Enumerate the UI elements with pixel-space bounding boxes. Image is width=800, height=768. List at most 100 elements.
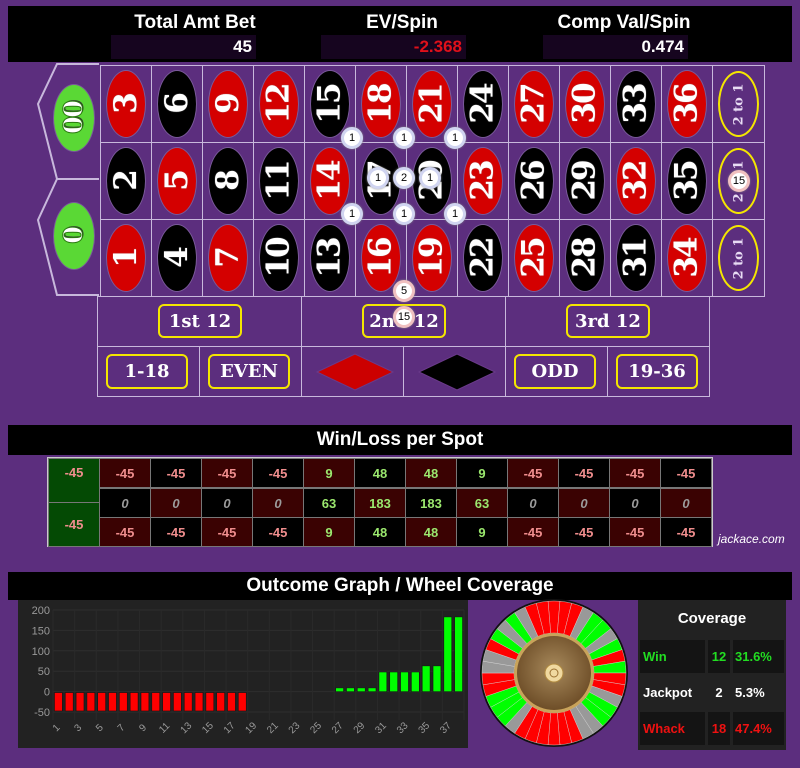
number-cell-35[interactable]: 35	[661, 142, 713, 220]
comp-label: Comp Val/Spin	[557, 12, 691, 33]
number-cell-30[interactable]: 30	[559, 65, 611, 143]
outcome-chart: 200 150 100 50 0 -50 1 3 5 7 9 11 13 15 17 19 21 23 25 27 29…	[18, 600, 468, 748]
y-tick-label: 100	[32, 646, 50, 658]
bar-14	[194, 692, 204, 712]
number-cell-27[interactable]: 27	[508, 65, 560, 143]
outside-bet-odd[interactable]: ODD	[505, 346, 608, 397]
winloss-cell: 63	[303, 488, 355, 518]
number-oval: 8	[208, 147, 248, 215]
winloss-cell: 9	[303, 458, 355, 488]
winloss-cell: -45	[507, 458, 559, 488]
winloss-zero-cell: -45	[48, 458, 100, 503]
bet-chip[interactable]: 15	[728, 170, 750, 192]
number-cell-6[interactable]: 6	[151, 65, 203, 143]
number-cell-4[interactable]: 4	[151, 219, 203, 297]
number-cell-24[interactable]: 24	[457, 65, 509, 143]
number-oval: 23	[463, 147, 503, 215]
bet-chip[interactable]: 1	[341, 127, 363, 149]
winloss-cell: 9	[456, 458, 508, 488]
winloss-cell: 0	[507, 488, 559, 518]
bet-chip[interactable]: 1	[367, 167, 389, 189]
number-cell-32[interactable]: 32	[610, 142, 662, 220]
bar-36	[432, 665, 442, 692]
ev-label: EV/Spin	[366, 12, 438, 33]
number-cell-31[interactable]: 31	[610, 219, 662, 297]
number-cell-8[interactable]: 8	[202, 142, 254, 220]
winloss-cell: 0	[99, 488, 151, 518]
bar-29	[357, 687, 366, 692]
winloss-cell: 9	[303, 517, 355, 547]
number-cell-2[interactable]: 2	[100, 142, 152, 220]
winloss-table: -45 -45 -45 -45 -45 -45 9 48 48 9 -45 -45 -45 -45 0 0 0 0…	[47, 457, 713, 547]
column-bet-3[interactable]: 2 to 1	[712, 219, 765, 297]
number-cell-10[interactable]: 10	[253, 219, 305, 297]
number-oval: 4	[157, 224, 197, 292]
number-cell-11[interactable]: 11	[253, 142, 305, 220]
bar-32	[389, 671, 398, 692]
bar-3	[75, 692, 85, 712]
bar-33	[400, 671, 409, 692]
y-tick-label: 200	[32, 605, 50, 617]
number-oval: 10	[259, 224, 299, 292]
column-bet-1[interactable]: 2 to 1	[712, 65, 765, 143]
coverage-label: Jackpot	[643, 685, 693, 700]
bar-15	[205, 692, 214, 712]
stats-header: Total Amt Bet 45 EV/Spin -2.368 Comp Val…	[8, 6, 792, 62]
number-oval: 28	[565, 224, 605, 292]
x-tick-label: 31	[373, 720, 389, 736]
winloss-cell: -45	[252, 458, 304, 488]
number-cell-5[interactable]: 5	[151, 142, 203, 220]
bet-chip[interactable]: 2	[393, 167, 415, 189]
number-0[interactable]: 0	[53, 202, 95, 270]
outside-bet-red[interactable]	[301, 346, 404, 397]
bar-35	[421, 665, 431, 692]
number-cell-9[interactable]: 9	[202, 65, 254, 143]
dozen-bet-1[interactable]: 1st 12	[97, 296, 305, 347]
bet-chip[interactable]: 1	[444, 203, 466, 225]
number-oval: 5	[157, 147, 197, 215]
winloss-cell: -45	[252, 517, 304, 547]
winloss-cell: 0	[252, 488, 304, 518]
coverage-row-whack: Whack 18 47.4%	[640, 712, 784, 745]
wheel-svg	[480, 599, 628, 747]
bet-chip[interactable]: 15	[393, 306, 415, 328]
bet-chip[interactable]: 1	[444, 127, 466, 149]
number-cell-36[interactable]: 36	[661, 65, 713, 143]
red-diamond-icon	[315, 353, 395, 391]
number-oval: 36	[667, 70, 707, 138]
number-cell-26[interactable]: 26	[508, 142, 560, 220]
number-00[interactable]: 00	[53, 84, 95, 152]
bet-chip[interactable]: 1	[393, 203, 415, 225]
number-oval: 25	[514, 224, 554, 292]
outside-bet-even[interactable]: EVEN	[199, 346, 302, 397]
bar-9	[140, 692, 150, 712]
x-tick-label: 11	[157, 720, 172, 735]
bet-chip[interactable]: 1	[341, 203, 363, 225]
bet-chip[interactable]: 5	[393, 280, 415, 302]
number-cell-22[interactable]: 22	[457, 219, 509, 297]
number-oval: 24	[463, 70, 503, 138]
outside-bet-1-18[interactable]: 1-18	[97, 346, 203, 397]
dozen-bet-3[interactable]: 3rd 12	[505, 296, 710, 347]
number-cell-33[interactable]: 33	[610, 65, 662, 143]
number-cell-34[interactable]: 34	[661, 219, 713, 297]
number-cell-3[interactable]: 3	[100, 65, 152, 143]
number-cell-29[interactable]: 29	[559, 142, 611, 220]
bar-17	[227, 692, 236, 712]
number-cell-28[interactable]: 28	[559, 219, 611, 297]
y-tick-label: 0	[44, 687, 50, 699]
number-cell-13[interactable]: 13	[304, 219, 356, 297]
outside-bet-black[interactable]	[403, 346, 506, 397]
bet-chip[interactable]: 1	[393, 127, 415, 149]
number-cell-12[interactable]: 12	[253, 65, 305, 143]
number-oval: 29	[565, 147, 605, 215]
number-cell-25[interactable]: 25	[508, 219, 560, 297]
bar-37	[443, 616, 452, 692]
number-cell-7[interactable]: 7	[202, 219, 254, 297]
number-cell-1[interactable]: 1	[100, 219, 152, 297]
y-tick-label: 150	[32, 625, 50, 637]
outside-bet-19-36[interactable]: 19-36	[607, 346, 710, 397]
bet-chip[interactable]: 1	[419, 167, 441, 189]
number-oval: 21	[412, 70, 452, 138]
x-tick-label: 21	[265, 720, 281, 736]
